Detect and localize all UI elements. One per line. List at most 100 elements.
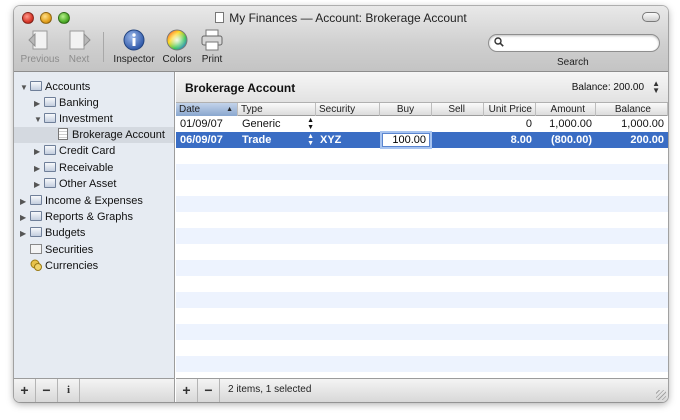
folder-icon <box>44 113 56 123</box>
column-header-type[interactable]: Type <box>238 103 316 116</box>
folder-icon <box>44 162 56 172</box>
cell-amount[interactable]: 1,000.00 <box>536 116 596 132</box>
search-icon <box>494 37 504 47</box>
disclosure-closed-icon[interactable]: ▶ <box>20 210 30 226</box>
remove-transaction-button[interactable]: − <box>198 379 220 402</box>
toolbar-separator <box>103 32 104 62</box>
next-button[interactable]: Next <box>62 28 96 65</box>
ledger-icon <box>58 128 68 140</box>
sidebar-item-securities[interactable]: Securities <box>30 242 93 258</box>
column-header-date[interactable]: Date ▲ <box>176 103 238 116</box>
folder-icon <box>30 227 42 237</box>
disclosure-closed-icon[interactable]: ▶ <box>34 161 44 177</box>
folder-icon <box>30 81 42 91</box>
cell-buy[interactable] <box>380 116 432 132</box>
register-pane: Brokerage Account Balance: 200.00 ▲ ▼ Dat… <box>176 72 668 378</box>
disclosure-closed-icon[interactable]: ▶ <box>34 96 44 112</box>
sidebar-item-banking[interactable]: ▶ Banking <box>34 95 99 111</box>
cell-unit-price[interactable]: 8.00 <box>484 132 536 148</box>
folder-icon <box>44 145 56 155</box>
next-icon <box>69 30 91 50</box>
balance-popup[interactable]: Balance: 200.00 <box>572 82 644 93</box>
toolbar-toggle-button[interactable] <box>642 12 660 22</box>
folder-icon <box>30 195 42 205</box>
sidebar-item-reports-graphs[interactable]: ▶ Reports & Graphs <box>20 209 133 225</box>
sidebar-item-income-expenses[interactable]: ▶ Income & Expenses <box>20 193 143 209</box>
disclosure-closed-icon[interactable]: ▶ <box>20 226 30 242</box>
sidebar-item-brokerage-account[interactable]: Brokerage Account <box>14 127 174 143</box>
search-label: Search <box>557 57 589 68</box>
info-icon <box>123 29 145 51</box>
cell-date[interactable]: 06/09/07 <box>176 132 238 148</box>
previous-button[interactable]: Previous <box>20 28 60 65</box>
print-button[interactable]: Print <box>196 28 228 65</box>
securities-icon <box>30 244 42 254</box>
sidebar: ▼ Accounts ▶ Banking ▼ Investment Brokerage… <box>14 72 175 378</box>
cell-amount[interactable]: (800.00) <box>536 132 596 148</box>
search-field[interactable] <box>488 34 660 52</box>
popup-arrows-icon[interactable]: ▲ ▼ <box>652 80 660 95</box>
inspector-button[interactable]: Inspector <box>110 28 158 65</box>
cell-sell[interactable] <box>432 132 484 148</box>
table-row[interactable]: 01/09/07 Generic ▲ ▼ 0 1,000.00 1,000.00 <box>176 116 668 132</box>
add-account-button[interactable]: + <box>14 379 36 402</box>
popup-arrows-icon[interactable]: ▲ ▼ <box>307 133 314 147</box>
account-header: Brokerage Account Balance: 200.00 ▲ ▼ <box>176 72 668 103</box>
folder-icon <box>44 97 56 107</box>
popup-arrows-icon[interactable]: ▲ ▼ <box>307 117 314 131</box>
sidebar-item-budgets[interactable]: ▶ Budgets <box>20 225 85 241</box>
buy-edit-field[interactable]: 100.00 <box>382 133 430 147</box>
cell-balance[interactable]: 200.00 <box>596 132 668 148</box>
search-input[interactable] <box>505 36 655 50</box>
sort-ascending-icon: ▲ <box>226 106 233 113</box>
table-header: Date ▲ Type Security Buy Sell Unit Price … <box>176 103 668 116</box>
document-icon <box>215 12 225 23</box>
disclosure-closed-icon[interactable]: ▶ <box>34 144 44 160</box>
status-text: 2 items, 1 selected <box>228 384 312 395</box>
account-info-button[interactable]: i <box>58 379 80 402</box>
cell-date[interactable]: 01/09/07 <box>176 116 238 132</box>
sidebar-item-accounts[interactable]: ▼ Accounts <box>20 79 90 95</box>
disclosure-open-icon[interactable]: ▼ <box>34 112 44 128</box>
sidebar-item-currencies[interactable]: Currencies <box>30 258 98 274</box>
folder-icon <box>30 211 42 221</box>
transactions-table: Date ▲ Type Security Buy Sell Unit Price … <box>176 103 668 378</box>
resize-grip-icon[interactable] <box>656 390 666 400</box>
previous-icon <box>28 30 48 50</box>
cell-balance[interactable]: 1,000.00 <box>596 116 668 132</box>
printer-icon <box>201 29 223 51</box>
add-transaction-button[interactable]: + <box>176 379 198 402</box>
column-header-amount[interactable]: Amount <box>536 103 596 116</box>
color-wheel-icon <box>166 29 188 51</box>
cell-security[interactable] <box>316 116 380 132</box>
account-title: Brokerage Account <box>185 81 296 95</box>
folder-icon <box>44 178 56 188</box>
table-row-selected[interactable]: 06/09/07 Trade ▲ ▼ XYZ 100.00 8.00 (800.00… <box>176 132 668 148</box>
sidebar-item-receivable[interactable]: ▶ Receivable <box>34 160 113 176</box>
disclosure-closed-icon[interactable]: ▶ <box>34 177 44 193</box>
disclosure-open-icon[interactable]: ▼ <box>20 80 30 96</box>
remove-account-button[interactable]: − <box>36 379 58 402</box>
column-header-security[interactable]: Security <box>316 103 380 116</box>
cell-security[interactable]: XYZ <box>316 132 380 148</box>
toolbar: My Finances — Account: Brokerage Account… <box>14 6 668 72</box>
register-footer: + − 2 items, 1 selected <box>176 378 668 402</box>
sidebar-item-credit-card[interactable]: ▶ Credit Card <box>34 143 115 159</box>
cell-type[interactable]: Trade ▲ ▼ <box>238 132 316 148</box>
column-header-unit-price[interactable]: Unit Price <box>484 103 536 116</box>
column-header-balance[interactable]: Balance <box>596 103 668 116</box>
column-header-sell[interactable]: Sell <box>432 103 484 116</box>
cell-type[interactable]: Generic ▲ ▼ <box>238 116 316 132</box>
colors-button[interactable]: Colors <box>160 28 194 65</box>
cell-unit-price[interactable]: 0 <box>484 116 536 132</box>
sidebar-item-investment[interactable]: ▼ Investment <box>34 111 113 127</box>
app-window: My Finances — Account: Brokerage Account… <box>14 6 668 402</box>
sidebar-item-other-asset[interactable]: ▶ Other Asset <box>34 176 116 192</box>
column-header-buy[interactable]: Buy <box>380 103 432 116</box>
table-body: 01/09/07 Generic ▲ ▼ 0 1,000.00 1,000.00 0… <box>176 116 668 378</box>
window-title: My Finances — Account: Brokerage Account <box>14 11 668 25</box>
currency-coins-icon <box>30 259 42 271</box>
disclosure-closed-icon[interactable]: ▶ <box>20 194 30 210</box>
cell-sell[interactable] <box>432 116 484 132</box>
sidebar-footer: + − i <box>14 378 175 402</box>
